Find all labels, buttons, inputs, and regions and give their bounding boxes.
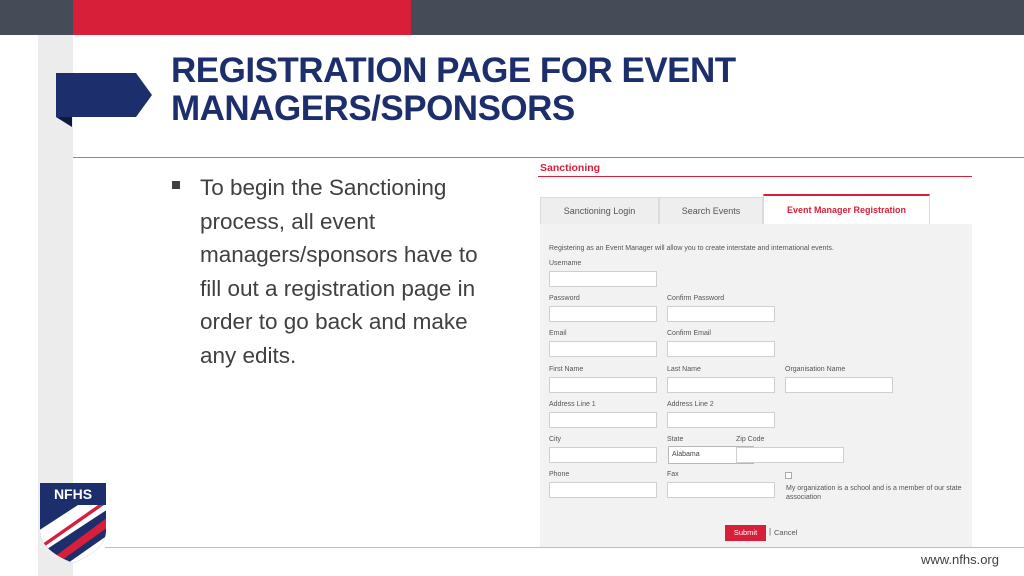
registration-screenshot: Sanctioning Sanctioning Login Search Eve…: [538, 158, 974, 548]
state-select-value: Alabama: [672, 451, 700, 458]
first-name-input[interactable]: [549, 377, 657, 393]
bullet-square-icon: [172, 181, 180, 189]
state-label: State: [667, 436, 684, 443]
cancel-link[interactable]: Cancel: [774, 528, 797, 537]
section-title: Sanctioning: [540, 162, 601, 174]
first-name-label: First Name: [549, 366, 584, 373]
address-line-1-label: Address Line 1: [549, 401, 596, 408]
last-name-label: Last Name: [667, 366, 701, 373]
confirm-password-input[interactable]: [667, 306, 775, 322]
last-name-input[interactable]: [667, 377, 775, 393]
button-separator: |: [769, 527, 772, 536]
city-label: City: [549, 436, 562, 443]
address-line-1-input[interactable]: [549, 412, 657, 428]
title-arrow-icon: [56, 73, 152, 127]
footer-url[interactable]: www.nfhs.org: [921, 552, 999, 567]
phone-label: Phone: [549, 471, 570, 478]
email-label: Email: [549, 330, 567, 337]
password-label: Password: [549, 295, 580, 302]
address-line-2-input[interactable]: [667, 412, 775, 428]
school-member-checkbox[interactable]: [785, 472, 792, 479]
slide-title-line-2: MANAGERS/SPONSORS: [171, 89, 575, 128]
organisation-name-input[interactable]: [785, 377, 893, 393]
tab-sanctioning-login[interactable]: Sanctioning Login: [540, 197, 659, 224]
zip-code-label: Zip Code: [736, 436, 765, 443]
school-member-label: My organization is a school and is a mem…: [786, 485, 962, 501]
username-input[interactable]: [549, 271, 657, 287]
section-title-rule: [538, 176, 972, 177]
confirm-email-input[interactable]: [667, 341, 775, 357]
registration-form: Registering as an Event Manager will all…: [540, 224, 972, 548]
city-input[interactable]: [549, 447, 657, 463]
username-label: Username: [549, 260, 582, 267]
zip-code-input[interactable]: [736, 447, 844, 463]
confirm-password-label: Confirm Password: [667, 295, 725, 302]
nfhs-logo: NFHS: [40, 483, 106, 563]
intro-text: Registering as an Event Manager will all…: [549, 245, 834, 252]
password-input[interactable]: [549, 306, 657, 322]
tab-event-manager-registration[interactable]: Event Manager Registration: [763, 194, 930, 224]
phone-input[interactable]: [549, 482, 657, 498]
slide-title: REGISTRATION PAGE FOR EVENT MANAGERS/SPO…: [171, 52, 811, 128]
submit-button[interactable]: Submit: [725, 525, 766, 541]
confirm-email-label: Confirm Email: [667, 330, 711, 337]
email-input[interactable]: [549, 341, 657, 357]
fax-input[interactable]: [667, 482, 775, 498]
footer-divider: [105, 547, 1024, 548]
tab-search-events[interactable]: Search Events: [659, 197, 763, 224]
address-line-2-label: Address Line 2: [667, 401, 714, 408]
fax-label: Fax: [667, 471, 679, 478]
logo-text: NFHS: [54, 486, 92, 502]
slide-title-line-1: REGISTRATION PAGE FOR EVENT: [171, 51, 736, 90]
bullet-text: To begin the Sanctioning process, all ev…: [200, 175, 478, 368]
organisation-name-label: Organisation Name: [785, 366, 846, 373]
top-bar-accent: [73, 0, 411, 35]
tab-bar: Sanctioning Login Search Events Event Ma…: [540, 194, 972, 224]
